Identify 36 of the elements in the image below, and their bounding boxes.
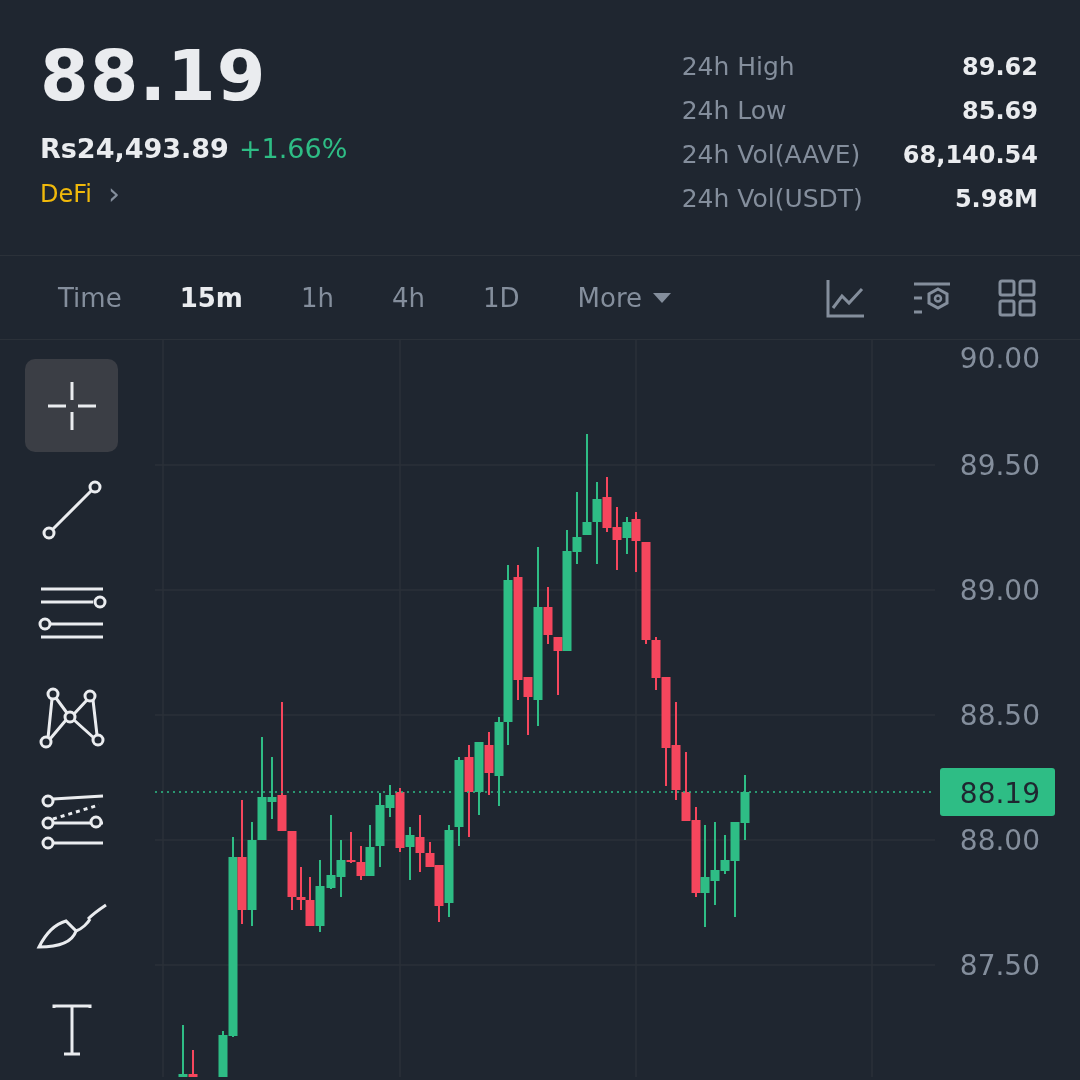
interval-tab[interactable]: More: [557, 282, 692, 313]
stat-label: 24h Vol(USDT): [681, 183, 863, 215]
price-axis-label: 88.50: [959, 699, 1040, 732]
interval-tab[interactable]: 15m: [159, 282, 263, 313]
stat-label: 24h Vol(AAVE): [681, 139, 862, 171]
stat-value: 85.69: [961, 96, 1038, 127]
caret-icon: [652, 291, 672, 304]
stat-value: 68,140.54: [902, 140, 1038, 171]
price-change: +1.66%: [238, 132, 348, 166]
last-price: 88.19: [40, 36, 267, 116]
price-axis-label: 89.50: [959, 449, 1040, 482]
interval-tab[interactable]: 1h: [280, 282, 354, 313]
trend-line-icon: [40, 478, 103, 541]
indicator-settings-icon[interactable]: [912, 280, 952, 315]
line-chart-icon[interactable]: [826, 277, 866, 318]
interval-tab[interactable]: Time: [38, 282, 142, 313]
price-axis-label: 87.50: [959, 949, 1040, 982]
crosshair-icon: [45, 379, 98, 432]
interval-tab[interactable]: 4h: [371, 282, 445, 313]
last-price-tag-label: 88.19: [959, 777, 1040, 810]
interval-tab[interactable]: 1D: [463, 282, 540, 313]
candlestick: [405, 826, 415, 881]
stat-value: 89.62: [961, 52, 1038, 83]
price-axis-label: 90.00: [959, 342, 1040, 375]
price-axis-label: 88.00: [959, 824, 1040, 857]
price-axis-label: 89.00: [959, 574, 1040, 607]
category-link[interactable]: DeFi ›: [40, 180, 120, 208]
grid-icon[interactable]: [998, 278, 1036, 317]
stat-value: 5.98M: [953, 184, 1038, 215]
fiat-price: Rs24,493.89: [40, 132, 229, 166]
horizontal-lines-icon: [36, 585, 107, 642]
stat-label: 24h High: [681, 51, 796, 83]
candlestick: [484, 731, 494, 796]
candlestick: [681, 751, 691, 822]
pattern-icon: [38, 686, 105, 749]
stat-label: 24h Low: [681, 95, 788, 127]
